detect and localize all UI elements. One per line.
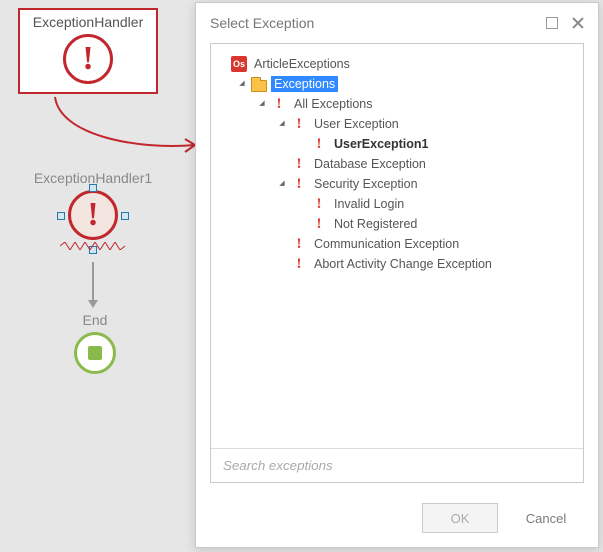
search-input[interactable] xyxy=(221,457,573,474)
exception-type-icon: ! xyxy=(291,256,307,272)
tree-label: Communication Exception xyxy=(311,236,462,252)
cancel-button[interactable]: Cancel xyxy=(508,503,584,533)
tree-item-user-exception-1[interactable]: ! UserException1 xyxy=(217,134,577,154)
node-exception-handler-1[interactable]: ExceptionHandler1 ! xyxy=(18,170,168,240)
tree-label: Exceptions xyxy=(271,76,338,92)
node-end[interactable]: End xyxy=(50,312,140,374)
pointer-arrow xyxy=(45,95,205,165)
tree-item-folder[interactable]: Exceptions xyxy=(217,74,577,94)
flow-arrow-head xyxy=(88,300,98,308)
dialog-header: Select Exception xyxy=(196,3,598,39)
tree-item-user-exception[interactable]: ! User Exception xyxy=(217,114,577,134)
tree-item-abort-activity-exception[interactable]: ! Abort Activity Change Exception xyxy=(217,254,577,274)
expand-icon[interactable] xyxy=(257,100,267,108)
tree-item-app[interactable]: Os ArticleExceptions xyxy=(217,54,577,74)
maximize-icon[interactable] xyxy=(546,17,558,29)
ok-button[interactable]: OK xyxy=(422,503,498,533)
expand-icon[interactable] xyxy=(237,80,247,88)
folder-icon xyxy=(251,76,267,92)
exception-type-icon: ! xyxy=(271,96,287,112)
dialog-body: Os ArticleExceptions Exceptions ! All Ex… xyxy=(210,43,584,483)
dialog-title: Select Exception xyxy=(210,15,314,31)
node-exception-handler[interactable]: ExceptionHandler ! xyxy=(18,8,158,94)
tree-label: All Exceptions xyxy=(291,96,376,112)
search-row xyxy=(211,448,583,482)
select-exception-dialog: Select Exception Os ArticleExceptions Ex… xyxy=(195,2,599,548)
exception-icon: ! xyxy=(63,34,113,84)
exception-type-icon: ! xyxy=(291,176,307,192)
tree-label: Invalid Login xyxy=(331,196,407,212)
exception-icon: ! xyxy=(68,190,118,240)
tree-label: UserException1 xyxy=(331,136,431,152)
expand-icon[interactable] xyxy=(277,120,287,128)
tree-label: Security Exception xyxy=(311,176,421,192)
tree-label: Abort Activity Change Exception xyxy=(311,256,495,272)
tree-label: User Exception xyxy=(311,116,402,132)
app-icon: Os xyxy=(231,56,247,72)
node-title: ExceptionHandler xyxy=(26,14,150,30)
exception-tree[interactable]: Os ArticleExceptions Exceptions ! All Ex… xyxy=(211,44,583,448)
dialog-footer: OK Cancel xyxy=(196,493,598,547)
canvas-area: ExceptionHandler ! ExceptionHandler1 ! E… xyxy=(0,0,190,552)
exception-type-icon: ! xyxy=(291,236,307,252)
expand-icon[interactable] xyxy=(277,180,287,188)
node-title: End xyxy=(50,312,140,328)
end-icon xyxy=(74,332,116,374)
tree-label: Database Exception xyxy=(311,156,429,172)
exception-type-icon: ! xyxy=(311,136,327,152)
tree-label: ArticleExceptions xyxy=(251,56,353,72)
tree-item-not-registered[interactable]: ! Not Registered xyxy=(217,214,577,234)
flow-arrow xyxy=(92,262,94,302)
tree-item-database-exception[interactable]: ! Database Exception xyxy=(217,154,577,174)
tree-item-security-exception[interactable]: ! Security Exception xyxy=(217,174,577,194)
tree-item-all-exceptions[interactable]: ! All Exceptions xyxy=(217,94,577,114)
tree-item-communication-exception[interactable]: ! Communication Exception xyxy=(217,234,577,254)
zigzag-decoration xyxy=(60,242,126,250)
close-icon[interactable] xyxy=(572,17,584,29)
exception-type-icon: ! xyxy=(311,216,327,232)
exception-type-icon: ! xyxy=(311,196,327,212)
exception-type-icon: ! xyxy=(291,116,307,132)
tree-label: Not Registered xyxy=(331,216,420,232)
tree-item-invalid-login[interactable]: ! Invalid Login xyxy=(217,194,577,214)
exception-type-icon: ! xyxy=(291,156,307,172)
